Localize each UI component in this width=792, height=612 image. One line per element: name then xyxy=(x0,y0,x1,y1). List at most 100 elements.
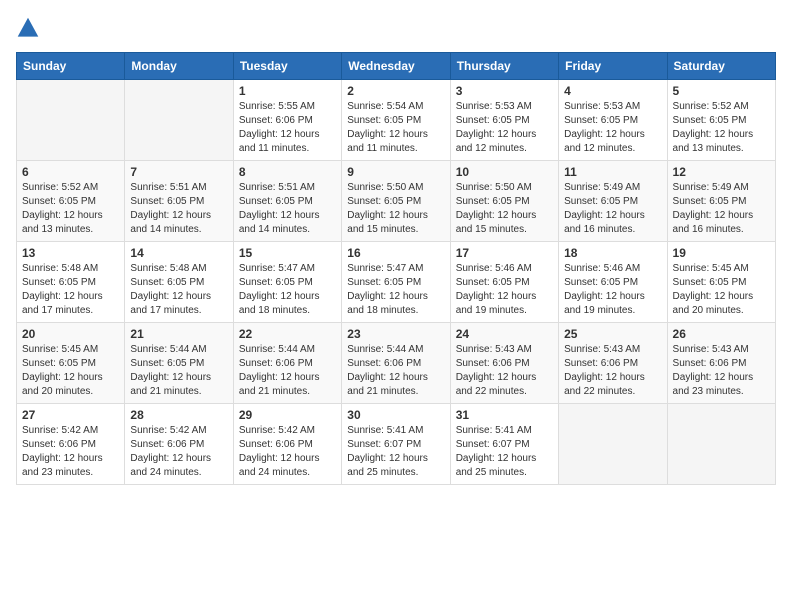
calendar-cell: 23 Sunrise: 5:44 AM Sunset: 6:06 PM Dayli… xyxy=(342,323,450,404)
day-info: Sunrise: 5:53 AM Sunset: 6:05 PM Dayligh… xyxy=(456,100,553,156)
day-info: Sunrise: 5:49 AM Sunset: 6:05 PM Dayligh… xyxy=(673,181,770,237)
day-info: Sunrise: 5:43 AM Sunset: 6:06 PM Dayligh… xyxy=(456,343,553,399)
logo-icon xyxy=(16,16,40,40)
day-info: Sunrise: 5:44 AM Sunset: 6:06 PM Dayligh… xyxy=(347,343,444,399)
calendar-cell: 31Sunrise: 5:41 AM Sunset: 6:07 PM Dayli… xyxy=(450,404,558,485)
calendar-cell: 14 Sunrise: 5:48 AM Sunset: 6:05 PM Dayli… xyxy=(125,242,233,323)
day-info: Sunrise: 5:51 AM Sunset: 6:05 PM Dayligh… xyxy=(130,181,227,237)
day-info: Sunrise: 5:41 AM Sunset: 6:07 PM Dayligh… xyxy=(347,424,444,480)
day-number: 5 xyxy=(673,84,770,98)
day-number: 6 xyxy=(22,165,119,179)
calendar-cell: 13Sunrise: 5:48 AM Sunset: 6:05 PM Dayli… xyxy=(17,242,125,323)
calendar-cell: 19 Sunrise: 5:45 AM Sunset: 6:05 PM Dayli… xyxy=(667,242,775,323)
day-number: 1 xyxy=(239,84,336,98)
day-info: Sunrise: 5:52 AM Sunset: 6:05 PM Dayligh… xyxy=(673,100,770,156)
calendar-week-row: 13Sunrise: 5:48 AM Sunset: 6:05 PM Dayli… xyxy=(17,242,776,323)
day-number: 25 xyxy=(564,327,661,341)
calendar-week-row: 20 Sunrise: 5:45 AM Sunset: 6:05 PM Dayli… xyxy=(17,323,776,404)
day-info: Sunrise: 5:51 AM Sunset: 6:05 PM Dayligh… xyxy=(239,181,336,237)
calendar-cell: 16Sunrise: 5:47 AM Sunset: 6:05 PM Dayli… xyxy=(342,242,450,323)
day-number: 23 xyxy=(347,327,444,341)
day-number: 15 xyxy=(239,246,336,260)
day-info: Sunrise: 5:45 AM Sunset: 6:05 PM Dayligh… xyxy=(673,262,770,318)
calendar-cell: 11 Sunrise: 5:49 AM Sunset: 6:05 PM Dayli… xyxy=(559,161,667,242)
day-number: 19 xyxy=(673,246,770,260)
calendar-cell: 26Sunrise: 5:43 AM Sunset: 6:06 PM Dayli… xyxy=(667,323,775,404)
weekday-header: Monday xyxy=(125,53,233,80)
weekday-header: Saturday xyxy=(667,53,775,80)
calendar-cell xyxy=(125,80,233,161)
day-number: 20 xyxy=(22,327,119,341)
day-number: 10 xyxy=(456,165,553,179)
calendar-cell: 9 Sunrise: 5:50 AM Sunset: 6:05 PM Daylig… xyxy=(342,161,450,242)
day-number: 22 xyxy=(239,327,336,341)
day-info: Sunrise: 5:47 AM Sunset: 6:05 PM Dayligh… xyxy=(347,262,444,318)
day-number: 2 xyxy=(347,84,444,98)
calendar-cell xyxy=(559,404,667,485)
calendar-week-row: 6 Sunrise: 5:52 AM Sunset: 6:05 PM Daylig… xyxy=(17,161,776,242)
calendar-cell: 3 Sunrise: 5:53 AM Sunset: 6:05 PM Daylig… xyxy=(450,80,558,161)
day-info: Sunrise: 5:48 AM Sunset: 6:05 PM Dayligh… xyxy=(22,262,119,318)
calendar-cell: 12 Sunrise: 5:49 AM Sunset: 6:05 PM Dayli… xyxy=(667,161,775,242)
weekday-header: Wednesday xyxy=(342,53,450,80)
day-number: 14 xyxy=(130,246,227,260)
calendar-cell: 1 Sunrise: 5:55 AM Sunset: 6:06 PM Daylig… xyxy=(233,80,341,161)
calendar-cell xyxy=(667,404,775,485)
day-number: 24 xyxy=(456,327,553,341)
day-info: Sunrise: 5:54 AM Sunset: 6:05 PM Dayligh… xyxy=(347,100,444,156)
day-info: Sunrise: 5:43 AM Sunset: 6:06 PM Dayligh… xyxy=(564,343,661,399)
day-number: 3 xyxy=(456,84,553,98)
calendar-cell: 29 Sunrise: 5:42 AM Sunset: 6:06 PM Dayli… xyxy=(233,404,341,485)
day-info: Sunrise: 5:49 AM Sunset: 6:05 PM Dayligh… xyxy=(564,181,661,237)
calendar-cell: 21Sunrise: 5:44 AM Sunset: 6:05 PM Dayli… xyxy=(125,323,233,404)
day-number: 18 xyxy=(564,246,661,260)
day-number: 8 xyxy=(239,165,336,179)
calendar-cell: 18 Sunrise: 5:46 AM Sunset: 6:05 PM Dayli… xyxy=(559,242,667,323)
day-info: Sunrise: 5:46 AM Sunset: 6:05 PM Dayligh… xyxy=(564,262,661,318)
day-number: 26 xyxy=(673,327,770,341)
calendar-cell xyxy=(17,80,125,161)
day-info: Sunrise: 5:44 AM Sunset: 6:06 PM Dayligh… xyxy=(239,343,336,399)
day-info: Sunrise: 5:47 AM Sunset: 6:05 PM Dayligh… xyxy=(239,262,336,318)
day-info: Sunrise: 5:52 AM Sunset: 6:05 PM Dayligh… xyxy=(22,181,119,237)
calendar-cell: 30Sunrise: 5:41 AM Sunset: 6:07 PM Dayli… xyxy=(342,404,450,485)
logo xyxy=(16,16,44,40)
calendar-cell: 25 Sunrise: 5:43 AM Sunset: 6:06 PM Dayli… xyxy=(559,323,667,404)
calendar-cell: 7Sunrise: 5:51 AM Sunset: 6:05 PM Daylig… xyxy=(125,161,233,242)
day-info: Sunrise: 5:42 AM Sunset: 6:06 PM Dayligh… xyxy=(239,424,336,480)
day-info: Sunrise: 5:55 AM Sunset: 6:06 PM Dayligh… xyxy=(239,100,336,156)
calendar-cell: 5 Sunrise: 5:52 AM Sunset: 6:05 PM Daylig… xyxy=(667,80,775,161)
day-number: 28 xyxy=(130,408,227,422)
day-info: Sunrise: 5:42 AM Sunset: 6:06 PM Dayligh… xyxy=(22,424,119,480)
calendar-cell: 27Sunrise: 5:42 AM Sunset: 6:06 PM Dayli… xyxy=(17,404,125,485)
weekday-header: Thursday xyxy=(450,53,558,80)
calendar-week-row: 27Sunrise: 5:42 AM Sunset: 6:06 PM Dayli… xyxy=(17,404,776,485)
weekday-header: Friday xyxy=(559,53,667,80)
day-info: Sunrise: 5:53 AM Sunset: 6:05 PM Dayligh… xyxy=(564,100,661,156)
calendar-cell: 20 Sunrise: 5:45 AM Sunset: 6:05 PM Dayli… xyxy=(17,323,125,404)
day-info: Sunrise: 5:42 AM Sunset: 6:06 PM Dayligh… xyxy=(130,424,227,480)
calendar-cell: 28 Sunrise: 5:42 AM Sunset: 6:06 PM Dayli… xyxy=(125,404,233,485)
calendar-cell: 22 Sunrise: 5:44 AM Sunset: 6:06 PM Dayli… xyxy=(233,323,341,404)
calendar-header-row: SundayMondayTuesdayWednesdayThursdayFrid… xyxy=(17,53,776,80)
calendar: SundayMondayTuesdayWednesdayThursdayFrid… xyxy=(16,52,776,485)
calendar-cell: 24 Sunrise: 5:43 AM Sunset: 6:06 PM Dayli… xyxy=(450,323,558,404)
day-info: Sunrise: 5:48 AM Sunset: 6:05 PM Dayligh… xyxy=(130,262,227,318)
weekday-header: Tuesday xyxy=(233,53,341,80)
day-number: 17 xyxy=(456,246,553,260)
day-info: Sunrise: 5:46 AM Sunset: 6:05 PM Dayligh… xyxy=(456,262,553,318)
day-info: Sunrise: 5:45 AM Sunset: 6:05 PM Dayligh… xyxy=(22,343,119,399)
day-number: 11 xyxy=(564,165,661,179)
weekday-header: Sunday xyxy=(17,53,125,80)
day-number: 29 xyxy=(239,408,336,422)
calendar-cell: 8 Sunrise: 5:51 AM Sunset: 6:05 PM Daylig… xyxy=(233,161,341,242)
day-number: 21 xyxy=(130,327,227,341)
calendar-cell: 4Sunrise: 5:53 AM Sunset: 6:05 PM Daylig… xyxy=(559,80,667,161)
day-info: Sunrise: 5:50 AM Sunset: 6:05 PM Dayligh… xyxy=(347,181,444,237)
day-number: 12 xyxy=(673,165,770,179)
calendar-cell: 17 Sunrise: 5:46 AM Sunset: 6:05 PM Dayli… xyxy=(450,242,558,323)
day-number: 9 xyxy=(347,165,444,179)
page-header xyxy=(16,16,776,40)
calendar-week-row: 1 Sunrise: 5:55 AM Sunset: 6:06 PM Daylig… xyxy=(17,80,776,161)
day-info: Sunrise: 5:50 AM Sunset: 6:05 PM Dayligh… xyxy=(456,181,553,237)
